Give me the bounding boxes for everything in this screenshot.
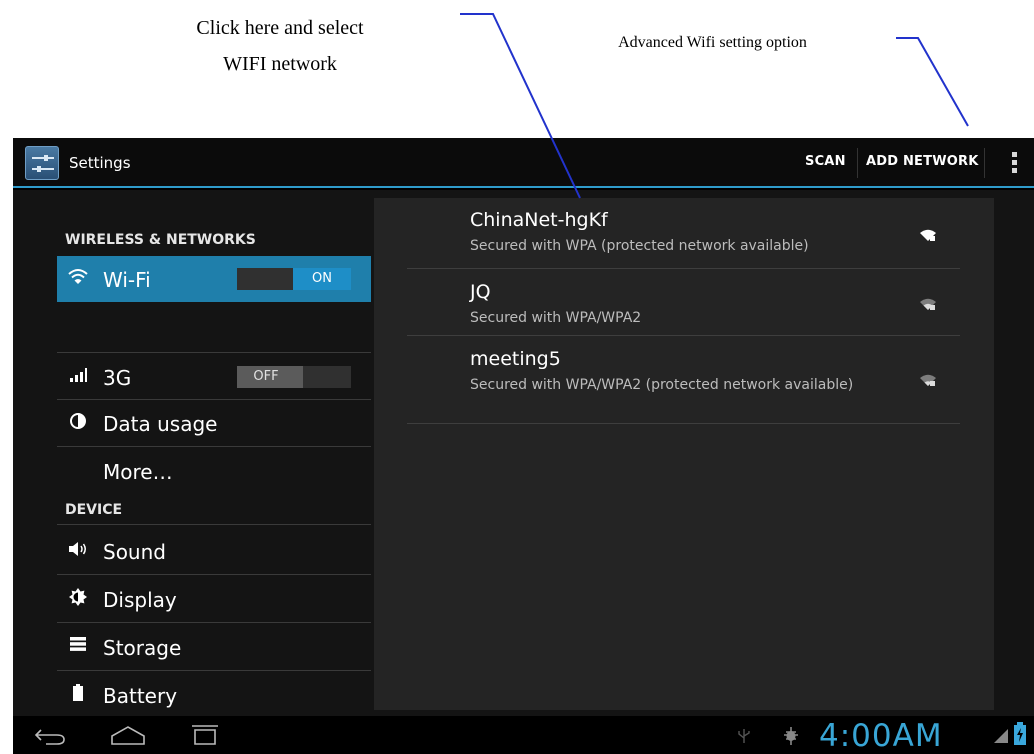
divider <box>57 352 371 353</box>
sidebar-item-wifi[interactable]: Wi-Fi ON <box>57 256 371 302</box>
network-name: JQ <box>470 281 491 303</box>
annotation-select-wifi: Click here and select WIFI network <box>140 10 420 82</box>
divider <box>57 622 371 623</box>
wifi-network-list: ChinaNet-hgKf Secured with WPA (protecte… <box>374 198 994 710</box>
sidebar-item-label: 3G <box>103 366 132 390</box>
sidebar-item-battery[interactable]: Battery <box>57 672 371 718</box>
wifi-toggle[interactable]: ON <box>237 268 351 290</box>
brightness-icon <box>67 588 89 610</box>
network-status: Secured with WPA/WPA2 <box>470 310 642 326</box>
wifi-icon <box>67 268 89 290</box>
device-header: DEVICE <box>65 502 123 518</box>
divider <box>57 524 371 525</box>
network-status: Secured with WPA/WPA2 (protected network… <box>470 377 854 393</box>
speaker-icon <box>67 540 89 562</box>
wifi-signal-strong-icon <box>920 229 936 241</box>
network-item[interactable]: JQ Secured with WPA/WPA2 <box>407 270 960 336</box>
sidebar-item-sound[interactable]: Sound <box>57 528 371 574</box>
network-status: Secured with WPA (protected network avai… <box>470 238 809 254</box>
divider <box>57 670 371 671</box>
sidebar-item-3g[interactable]: 3G OFF <box>57 354 371 400</box>
divider <box>57 446 371 447</box>
signal-icon <box>994 729 1008 743</box>
wireless-networks-header: WIRELESS & NETWORKS <box>65 232 256 248</box>
network-item[interactable]: ChinaNet-hgKf Secured with WPA (protecte… <box>407 198 960 269</box>
action-bar: Settings SCAN ADD NETWORK <box>13 138 1034 188</box>
pointer-line-advanced <box>896 37 969 127</box>
back-icon[interactable] <box>33 726 67 746</box>
toggle-off-label: OFF <box>253 369 279 384</box>
home-icon[interactable] <box>109 724 147 746</box>
device-screen: Settings SCAN ADD NETWORK WIRELESS & NET… <box>13 138 1034 754</box>
sidebar-item-more[interactable]: More… <box>57 448 371 494</box>
status-clock: 4:00AM <box>819 718 943 754</box>
sidebar-item-label: More… <box>103 460 173 484</box>
settings-app-icon[interactable] <box>25 146 59 180</box>
sidebar-item-label: Sound <box>103 540 166 564</box>
action-separator <box>857 148 858 178</box>
storage-icon <box>67 636 89 658</box>
3g-toggle[interactable]: OFF <box>237 366 351 388</box>
sidebar-item-label: Data usage <box>103 412 218 436</box>
sidebar-item-display[interactable]: Display <box>57 576 371 622</box>
network-name: meeting5 <box>470 348 561 370</box>
annotation-advanced: Advanced Wifi setting option <box>618 34 807 51</box>
sidebar-item-label: Battery <box>103 684 178 708</box>
settings-sidebar: WIRELESS & NETWORKS Wi-Fi ON 3G OFF Data… <box>57 190 371 716</box>
wifi-signal-weak-icon <box>920 374 936 386</box>
sidebar-item-label: Wi-Fi <box>103 268 151 292</box>
sidebar-item-data-usage[interactable]: Data usage <box>57 400 371 446</box>
sidebar-item-label: Storage <box>103 636 182 660</box>
usb-icon <box>738 729 750 743</box>
overflow-menu-icon[interactable] <box>1010 152 1018 176</box>
scan-button[interactable]: SCAN <box>805 154 846 169</box>
sliders-icon <box>32 155 54 172</box>
settings-content: WIRELESS & NETWORKS Wi-Fi ON 3G OFF Data… <box>13 190 1034 716</box>
data-usage-icon <box>67 412 89 434</box>
app-title: Settings <box>69 154 131 172</box>
system-nav-bar: 4:00AM <box>13 716 1034 754</box>
signal-bars-icon <box>67 366 89 388</box>
network-item[interactable]: meeting5 Secured with WPA/WPA2 (protecte… <box>407 337 960 424</box>
sidebar-item-storage[interactable]: Storage <box>57 624 371 670</box>
recent-apps-icon[interactable] <box>188 724 222 746</box>
action-separator <box>984 148 985 178</box>
divider <box>57 574 371 575</box>
add-network-button[interactable]: ADD NETWORK <box>866 154 978 169</box>
debug-icon <box>784 727 798 745</box>
annotation-select-line2: WIFI network <box>223 53 337 75</box>
battery-charging-icon <box>1014 722 1026 745</box>
wifi-signal-medium-icon <box>920 298 936 310</box>
annotation-select-line1: Click here and select <box>196 17 364 39</box>
network-name: ChinaNet-hgKf <box>470 209 608 231</box>
sidebar-item-label: Display <box>103 588 177 612</box>
battery-icon <box>67 684 89 706</box>
toggle-on-label: ON <box>312 271 332 286</box>
